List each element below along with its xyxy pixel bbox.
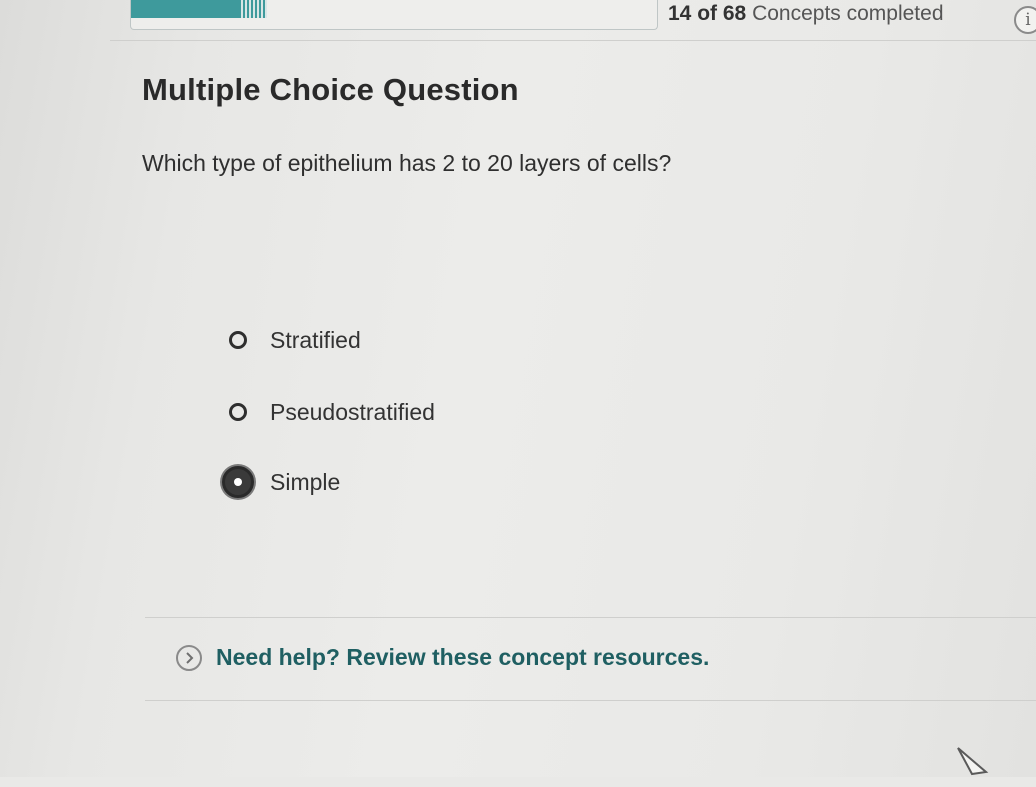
option-label: Simple (270, 468, 341, 495)
radio-button-selected[interactable] (222, 466, 254, 498)
help-divider-top (145, 617, 1036, 618)
radio-button-unselected[interactable] (229, 403, 247, 421)
chevron-right-icon (176, 644, 202, 671)
progress-bar-ticks (239, 0, 267, 18)
option-simple[interactable]: Simple (222, 464, 340, 500)
option-stratified[interactable]: Stratified (222, 322, 361, 358)
option-pseudostratified[interactable]: Pseudostratified (222, 394, 435, 430)
info-icon[interactable]: i (1014, 6, 1036, 34)
quiz-screen: 14 of 68 Concepts completed i Multiple C… (0, 0, 1036, 777)
progress-label: 14 of 68 Concepts completed (668, 2, 944, 26)
progress-bar (130, 0, 658, 30)
help-divider-bottom (145, 700, 1036, 701)
option-label: Pseudostratified (270, 398, 435, 425)
mouse-cursor-icon (950, 742, 994, 787)
question-type-heading: Multiple Choice Question (142, 72, 519, 107)
progress-count: 14 of 68 (668, 2, 747, 25)
header-divider (110, 40, 1036, 41)
help-link-text: Need help? Review these concept resource… (216, 644, 710, 670)
progress-label-suffix: Concepts completed (752, 2, 944, 25)
progress-bar-fill (131, 0, 240, 18)
help-link[interactable]: Need help? Review these concept resource… (176, 644, 709, 671)
radio-button-unselected[interactable] (229, 331, 247, 349)
option-label: Stratified (270, 326, 361, 353)
question-text: Which type of epithelium has 2 to 20 lay… (142, 150, 672, 176)
